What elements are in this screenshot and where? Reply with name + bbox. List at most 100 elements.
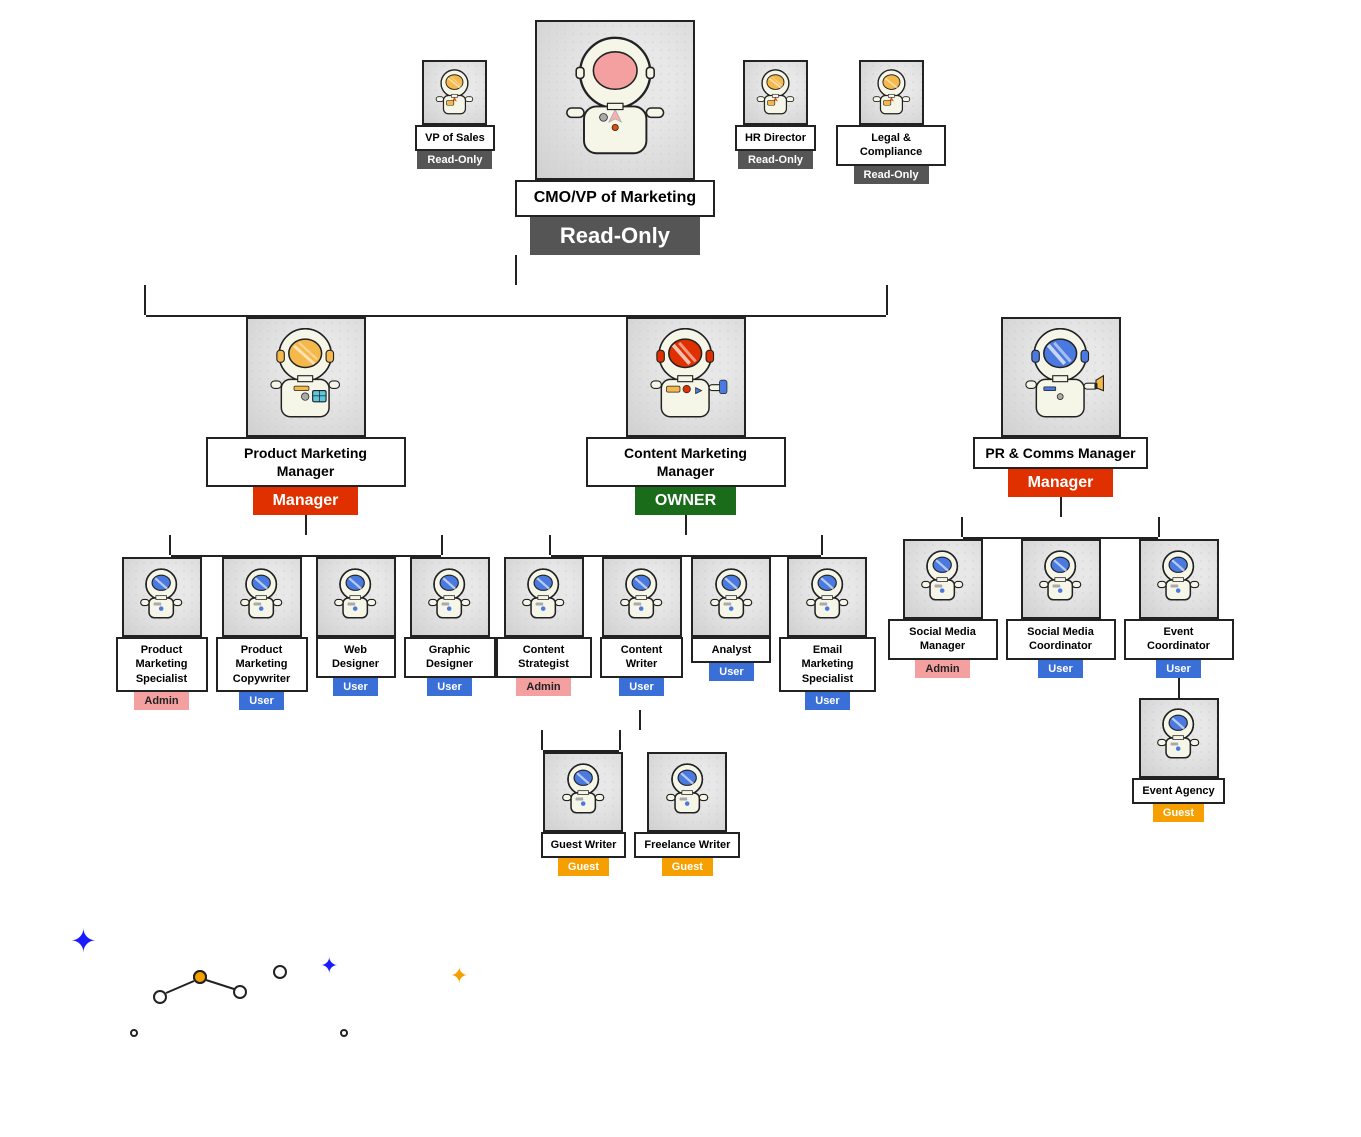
analyst-svg: [697, 563, 765, 631]
gc-vline: [639, 710, 641, 730]
pc-right-drop: [441, 535, 443, 555]
vp-sales-label: VP of Sales: [415, 125, 495, 151]
cmo-badge: Read-Only: [530, 217, 700, 255]
guest-writer-avatar: [543, 752, 623, 832]
legal-label: Legal & Compliance: [836, 125, 946, 166]
content-mgr-label: Content Marketing Manager: [586, 437, 786, 487]
email-specialist-badge: User: [805, 692, 849, 710]
product-mgr-svg: [253, 325, 357, 429]
content-children-hline: [549, 535, 823, 557]
analyst-label: Analyst: [691, 637, 771, 663]
product-mgr-card: Product Marketing Manager Manager: [206, 317, 406, 515]
star-gold-small: ✦: [450, 965, 468, 987]
hr-director-label: HR Director: [735, 125, 816, 151]
hr-astronaut-svg: [748, 65, 803, 120]
gc-right-drop: [619, 730, 621, 750]
vp-sales-astronaut-svg: [427, 65, 482, 120]
product-specialist-svg: [127, 563, 195, 631]
cmo-section: CMO/VP of Marketing Read-Only: [515, 20, 715, 255]
pr-mgr-branch: PR & Comms Manager Manager: [876, 317, 1246, 822]
email-specialist-svg: [793, 563, 861, 631]
product-copywriter-avatar: [222, 557, 302, 637]
web-designer-svg: [321, 563, 389, 631]
freelance-writer-badge: Guest: [662, 858, 713, 876]
pr-mgr-card: PR & Comms Manager Manager: [973, 317, 1147, 497]
legal-avatar: [859, 60, 924, 125]
org-chart: VP of Sales Read-Only: [20, 20, 1341, 876]
social-coordinator-svg: [1026, 545, 1094, 613]
product-specialist-avatar: [122, 557, 202, 637]
content-mgr-avatar: [626, 317, 746, 437]
manager-right-vline: [886, 285, 888, 315]
web-designer-badge: User: [333, 678, 377, 696]
web-designer-label: Web Designer: [316, 637, 396, 678]
molecule-decoration: [140, 947, 300, 1007]
guest-writer-card: Guest Writer Guest: [541, 752, 627, 876]
graphic-designer-badge: User: [427, 678, 471, 696]
content-mgr-svg: [633, 325, 737, 429]
freelance-writer-svg: [653, 758, 721, 826]
vp-sales-badge: Read-Only: [417, 151, 492, 169]
content-writer-avatar: [602, 557, 682, 637]
cc-left-drop: [549, 535, 551, 555]
content-writer-label: Content Writer: [600, 637, 684, 678]
social-media-mgr-label: Social Media Manager: [888, 619, 998, 660]
cmo-vline: [515, 255, 517, 285]
org-chart-container: VP of Sales Read-Only: [0, 0, 1361, 1137]
guest-writer-label: Guest Writer: [541, 832, 627, 858]
event-agency-card: Event Agency Guest: [1132, 698, 1224, 822]
content-grandchildren-section: Guest Writer Guest: [496, 710, 876, 876]
content-mgr-vline: [685, 515, 687, 535]
pr-mgr-badge: Manager: [1008, 469, 1114, 497]
email-specialist-label: Email Marketing Specialist: [779, 637, 875, 692]
gc-offset: Guest Writer Guest: [541, 710, 741, 876]
email-specialist-avatar: [787, 557, 867, 637]
product-copywriter-label: Product Marketing Copywriter: [216, 637, 308, 692]
dot-circle-1: [130, 1029, 138, 1037]
freelance-writer-card: Freelance Writer Guest: [634, 752, 740, 876]
content-writer-svg: [607, 563, 675, 631]
graphic-designer-svg: [415, 563, 483, 631]
manager-connector: [144, 285, 888, 317]
legal-astronaut-svg: [864, 65, 919, 120]
product-mgr-label: Product Marketing Manager: [206, 437, 406, 487]
graphic-designer-label: Graphic Designer: [404, 637, 496, 678]
event-coordinator-avatar: [1139, 539, 1219, 619]
content-mgr-card: Content Marketing Manager OWNER: [586, 317, 786, 515]
event-coordinator-label: Event Coordinator: [1124, 619, 1234, 660]
event-coordinator-card: Event Coordinator User: [1124, 539, 1234, 678]
event-coordinator-svg: [1144, 545, 1212, 613]
product-specialist-card: Product Marketing Specialist Admin: [116, 557, 208, 710]
cmo-avatar: [535, 20, 695, 180]
product-mgr-vline: [305, 515, 307, 535]
guest-writer-badge: Guest: [558, 858, 609, 876]
hr-director-node: HR Director Read-Only: [735, 60, 816, 169]
gc-hline-row: [541, 730, 741, 752]
content-strategist-avatar: [504, 557, 584, 637]
social-coordinator-badge: User: [1038, 660, 1082, 678]
hr-director-avatar: [743, 60, 808, 125]
social-media-mgr-card: Social Media Manager Admin: [888, 539, 998, 678]
content-writer-card: Content Writer User: [600, 557, 684, 696]
gc-left-drop: [541, 730, 543, 750]
graphic-designer-avatar: [410, 557, 490, 637]
product-copywriter-badge: User: [239, 692, 283, 710]
event-agency-badge: Guest: [1153, 804, 1204, 822]
vp-sales-avatar: [422, 60, 487, 125]
web-designer-card: Web Designer User: [316, 557, 396, 696]
hr-director-badge: Read-Only: [738, 151, 813, 169]
event-agency-vline: [1178, 678, 1180, 698]
vp-sales-card: VP of Sales Read-Only: [415, 60, 495, 169]
pr-mgr-vline: [1060, 497, 1062, 517]
content-writer-badge: User: [619, 678, 663, 696]
pr-mgr-avatar: [1001, 317, 1121, 437]
content-strategist-svg: [509, 563, 577, 631]
cmo-vline-container: [20, 255, 1341, 285]
legal-card: Legal & Compliance Read-Only: [836, 60, 946, 184]
product-children-hline: [169, 535, 443, 557]
prc-right-drop: [1158, 517, 1160, 537]
content-strategist-label: Content Strategist: [496, 637, 592, 678]
product-children-row: Product Marketing Specialist Admin: [116, 557, 496, 710]
grandchildren-row: Guest Writer Guest: [541, 752, 741, 876]
event-coordinator-branch: Event Coordinator User: [1124, 539, 1234, 822]
